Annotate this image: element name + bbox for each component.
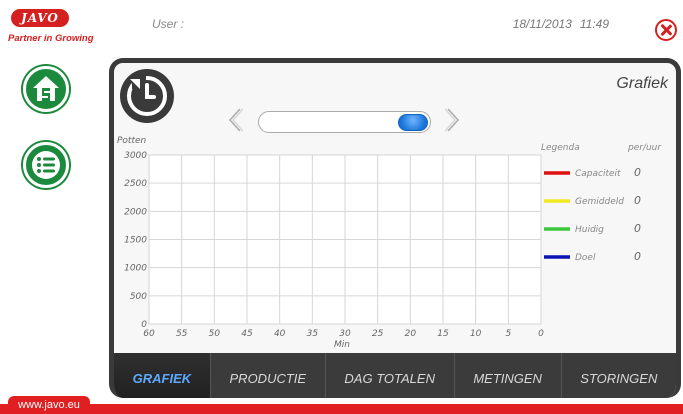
legend-series-value: 0: [634, 222, 641, 235]
production-chart: 300025002000150010005000 60 55 50 45 40 35 30 2…: [117, 136, 662, 350]
x-tick-label: 35: [307, 329, 319, 339]
home-icon: [33, 76, 59, 101]
legend-series-name: Capaciteit: [575, 169, 621, 179]
history-reset-icon[interactable]: [118, 67, 176, 125]
logo-tagline: Partner in Growing: [8, 33, 94, 44]
tab-metingen[interactable]: METINGEN: [455, 353, 562, 398]
next-arrow-icon[interactable]: [445, 107, 461, 133]
legend-unit: per/uur: [627, 143, 662, 153]
y-tick-label: 2000: [124, 207, 147, 217]
y-tick-label: 1500: [124, 236, 147, 246]
user-label: User :: [152, 17, 185, 31]
time-slider[interactable]: [258, 111, 431, 133]
legend-series-value: 0: [634, 250, 641, 263]
y-tick-label: 3000: [124, 151, 147, 161]
tab-productie[interactable]: PRODUCTIE: [211, 353, 326, 398]
x-tick-label: 40: [274, 329, 286, 339]
x-tick-label: 5: [505, 329, 511, 339]
slider-thumb[interactable]: [398, 114, 428, 131]
y-tick-label: 2500: [124, 179, 147, 189]
x-tick-label: 15: [437, 329, 449, 339]
legend-title: Legenda: [541, 143, 580, 153]
close-icon[interactable]: [655, 19, 677, 41]
legend-series-value: 0: [634, 166, 641, 179]
tab-grafiek[interactable]: GRAFIEK: [114, 353, 211, 398]
list-icon: [32, 151, 60, 179]
home-button[interactable]: [23, 66, 69, 112]
x-tick-label: 20: [405, 329, 417, 339]
panel-title: Grafiek: [616, 75, 668, 92]
main-panel: Grafiek 3000 2500 2000 1500 1000 500 0 60 55 50 4…: [109, 58, 681, 398]
x-tick-label: 30: [339, 329, 351, 339]
x-tick-label: 50: [209, 329, 221, 339]
date-time: 18/11/2013 11:49: [505, 17, 609, 31]
tab-bar: GRAFIEK PRODUCTIE DAG TOTALEN METINGEN S…: [114, 353, 676, 398]
tab-dag-totalen[interactable]: DAG TOTALEN: [326, 353, 455, 398]
x-tick-label: 10: [470, 329, 482, 339]
x-tick-label: 60: [143, 329, 155, 339]
x-axis-label: Min: [334, 340, 350, 350]
legend-series-name: Doel: [575, 253, 596, 263]
y-tick-label: 500: [130, 292, 147, 302]
previous-arrow-icon[interactable]: [227, 107, 243, 133]
legend-series-name: Gemiddeld: [575, 197, 624, 207]
javo-logo: JAVO Partner in Growing: [8, 8, 120, 48]
header: JAVO Partner in Growing User : 18/11/201…: [0, 0, 683, 52]
x-tick-label: 0: [538, 329, 544, 339]
legend-series-name: Huidig: [575, 225, 604, 235]
x-tick-label: 45: [241, 329, 253, 339]
menu-list-button[interactable]: [23, 142, 69, 188]
logo-badge: JAVO: [11, 9, 69, 27]
date-text: 18/11/2013: [512, 17, 572, 31]
time-text: 11:49: [579, 17, 609, 31]
legend-series-value: 0: [634, 194, 641, 207]
y-axis-label: Potten: [117, 136, 147, 146]
footer-bar: [0, 404, 683, 414]
tab-storingen[interactable]: STORINGEN: [562, 353, 676, 398]
website-link[interactable]: www.javo.eu: [8, 396, 90, 414]
x-tick-label: 55: [176, 329, 188, 339]
x-tick-label: 25: [372, 329, 384, 339]
y-tick-label: 1000: [124, 264, 147, 274]
